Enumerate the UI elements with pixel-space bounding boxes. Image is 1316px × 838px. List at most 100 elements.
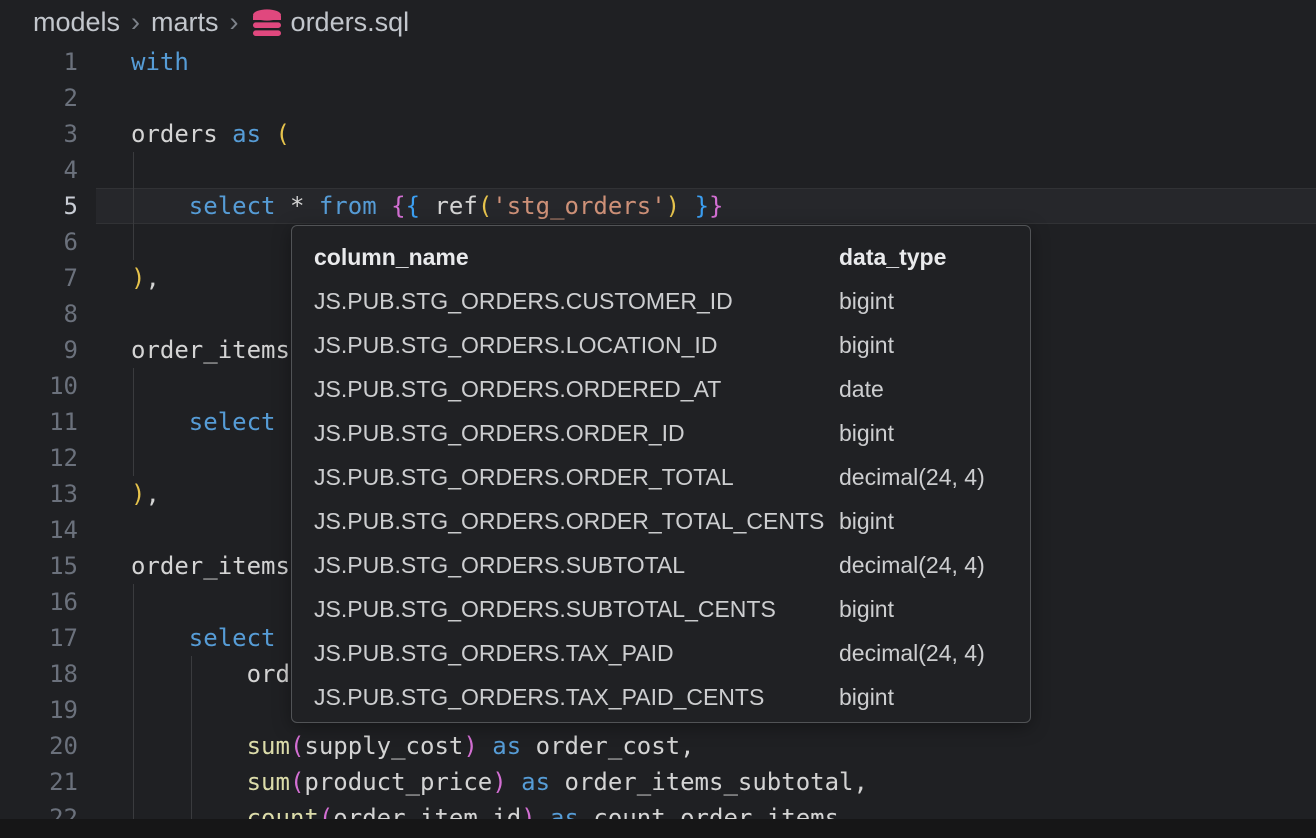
code-token: , — [145, 480, 159, 508]
cell-data-type: bigint — [839, 675, 894, 719]
code-token: order_items_subtotal, — [550, 768, 868, 796]
line-number[interactable]: 5 — [0, 188, 96, 224]
code-token: from — [319, 192, 377, 220]
code-token — [536, 804, 550, 819]
hover-table-row: JS.PUB.STG_ORDERS.TAX_PAID_CENTS bigint — [292, 675, 1030, 719]
cell-column-name: JS.PUB.STG_ORDERS.CUSTOMER_ID — [314, 279, 733, 323]
code-token: order_cost, — [521, 732, 694, 760]
cell-data-type: bigint — [839, 587, 894, 631]
code-token: , — [145, 264, 159, 292]
code-token: } — [709, 192, 723, 220]
code-token — [131, 660, 247, 688]
cell-column-name: JS.PUB.STG_ORDERS.TAX_PAID — [314, 631, 674, 675]
cell-data-type: decimal(24, 4) — [839, 455, 985, 499]
code-token — [478, 732, 492, 760]
line-number[interactable]: 3 — [0, 116, 96, 152]
cell-column-name: JS.PUB.STG_ORDERS.SUBTOTAL_CENTS — [314, 587, 776, 631]
code-token: as — [521, 768, 550, 796]
code-line-20[interactable]: 20 sum(supply_cost) as order_cost, — [0, 728, 1316, 764]
code-token: ) — [492, 768, 506, 796]
line-number[interactable]: 20 — [0, 728, 96, 764]
code-content[interactable]: with — [96, 44, 1316, 80]
chevron-right-icon: › — [131, 7, 140, 38]
breadcrumb-item-marts[interactable]: marts — [151, 7, 219, 38]
code-token: sum — [247, 768, 290, 796]
code-content[interactable]: count(order_item_id) as count_order_item… — [96, 800, 1316, 819]
line-number[interactable]: 22 — [0, 800, 96, 819]
code-content[interactable]: select * from {{ ref('stg_orders') }} — [96, 188, 1316, 224]
line-number[interactable]: 13 — [0, 476, 96, 512]
code-content[interactable]: orders as ( — [96, 116, 1316, 152]
header-data-type: data_type — [839, 235, 946, 279]
code-token: ref — [420, 192, 478, 220]
code-token: select — [189, 624, 276, 652]
code-token — [131, 624, 189, 652]
cell-column-name: JS.PUB.STG_ORDERS.TAX_PAID_CENTS — [314, 675, 764, 719]
line-number[interactable]: 19 — [0, 692, 96, 728]
line-number[interactable]: 7 — [0, 260, 96, 296]
line-number[interactable]: 11 — [0, 404, 96, 440]
line-number[interactable]: 2 — [0, 80, 96, 116]
cell-data-type: bigint — [839, 323, 894, 367]
line-number[interactable]: 14 — [0, 512, 96, 548]
code-token: ( — [276, 120, 290, 148]
code-token — [131, 804, 247, 819]
code-token: ( — [290, 732, 304, 760]
cell-column-name: JS.PUB.STG_ORDERS.LOCATION_ID — [314, 323, 717, 367]
code-content[interactable]: sum(supply_cost) as order_cost, — [96, 728, 1316, 764]
editor-window: models › marts › orders.sql 1with23order… — [0, 0, 1316, 838]
database-icon — [252, 9, 282, 37]
line-number[interactable]: 21 — [0, 764, 96, 800]
hover-table-row: JS.PUB.STG_ORDERS.CUSTOMER_IDbigint — [292, 279, 1030, 323]
line-number[interactable]: 18 — [0, 656, 96, 692]
code-token: ) — [463, 732, 477, 760]
code-token: with — [131, 48, 189, 76]
line-number[interactable]: 9 — [0, 332, 96, 368]
code-line-22[interactable]: 22 count(order_item_id) as count_order_i… — [0, 800, 1316, 819]
code-content[interactable] — [96, 152, 1316, 188]
line-number[interactable]: 15 — [0, 548, 96, 584]
cell-data-type: decimal(24, 4) — [839, 543, 985, 587]
code-token: as — [232, 120, 275, 148]
cell-column-name: JS.PUB.STG_ORDERS.SUBTOTAL — [314, 543, 685, 587]
line-number[interactable]: 10 — [0, 368, 96, 404]
code-token: 'stg_orders' — [492, 192, 665, 220]
code-token: ( — [319, 804, 333, 819]
breadcrumb-item-models[interactable]: models — [33, 7, 120, 38]
code-content[interactable] — [96, 80, 1316, 116]
code-token: sum — [247, 732, 290, 760]
code-token: ( — [478, 192, 492, 220]
line-number[interactable]: 6 — [0, 224, 96, 260]
code-line-1[interactable]: 1 with — [0, 44, 1316, 80]
code-token — [377, 192, 391, 220]
header-column-name: column_name — [314, 235, 469, 279]
breadcrumb-item-file[interactable]: orders.sql — [291, 7, 410, 38]
line-number[interactable]: 1 — [0, 44, 96, 80]
code-token: order_item_id — [333, 804, 521, 819]
code-line-2[interactable]: 2 — [0, 80, 1316, 116]
code-token: supply_cost — [304, 732, 463, 760]
line-number[interactable]: 16 — [0, 584, 96, 620]
code-line-5[interactable]: 5 select * from {{ ref('stg_orders') }} — [0, 188, 1316, 224]
line-number[interactable]: 17 — [0, 620, 96, 656]
code-token: ) — [521, 804, 535, 819]
line-number[interactable]: 12 — [0, 440, 96, 476]
code-token: as — [550, 804, 579, 819]
cell-column-name: JS.PUB.STG_ORDERS.ORDER_TOTAL — [314, 455, 734, 499]
code-line-4[interactable]: 4 — [0, 152, 1316, 188]
code-token: order_items — [131, 336, 290, 364]
code-line-21[interactable]: 21 sum(product_price) as order_items_sub… — [0, 764, 1316, 800]
code-token: count_order_items — [579, 804, 839, 819]
code-content[interactable]: sum(product_price) as order_items_subtot… — [96, 764, 1316, 800]
line-number[interactable]: 4 — [0, 152, 96, 188]
hover-popup: column_name data_type JS.PUB.STG_ORDERS.… — [291, 225, 1031, 723]
cell-data-type: bigint — [839, 411, 894, 455]
hover-table-row: JS.PUB.STG_ORDERS.ORDER_IDbigint — [292, 411, 1030, 455]
hover-table-row: JS.PUB.STG_ORDERS.LOCATION_ID bigint — [292, 323, 1030, 367]
breadcrumb: models › marts › orders.sql — [0, 0, 1316, 44]
hover-table-row: JS.PUB.STG_ORDERS.ORDER_TOTAL decimal(24,… — [292, 455, 1030, 499]
code-token: select — [189, 192, 276, 220]
line-number[interactable]: 8 — [0, 296, 96, 332]
code-token: ) — [131, 264, 145, 292]
code-line-3[interactable]: 3orders as ( — [0, 116, 1316, 152]
